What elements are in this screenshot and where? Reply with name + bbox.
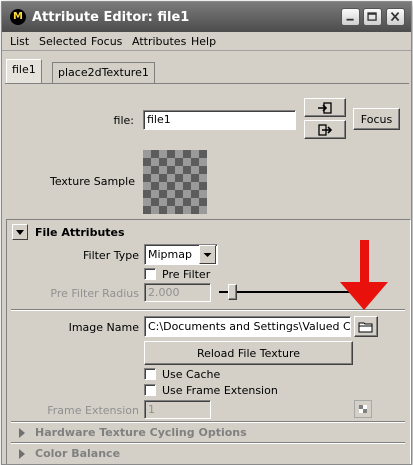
tab-place2dtexture1[interactable]: place2dTexture1 [52, 62, 155, 83]
image-name-label: Image Name [68, 321, 139, 334]
red-arrow-annotation [340, 240, 388, 310]
reload-file-texture-button[interactable]: Reload File Texture [144, 341, 353, 365]
input-connections-button[interactable] [304, 98, 346, 117]
file-attributes-header: File Attributes [35, 226, 125, 239]
close-icon [390, 11, 400, 22]
pre-filter-radius-field[interactable]: 2.000 [144, 283, 211, 302]
map-button[interactable] [354, 400, 372, 418]
browse-file-button[interactable] [354, 316, 378, 337]
texture-sample-label: Texture Sample [49, 175, 135, 188]
title-bar[interactable]: M Attribute Editor: file1 [2, 2, 411, 32]
node-name-field[interactable]: file1 [143, 110, 296, 130]
node-tabs: file1 place2dTexture1 [2, 59, 411, 84]
maximize-button[interactable] [363, 8, 382, 26]
filter-type-value: Mipmap [148, 248, 192, 261]
maximize-icon [367, 12, 377, 21]
pre-filter-radius-slider-handle[interactable] [228, 284, 237, 300]
use-frame-extension-label: Use Frame Extension [162, 384, 278, 397]
texture-sample-swatch [143, 150, 207, 214]
minimize-icon [346, 18, 354, 21]
use-cache-checkbox[interactable] [144, 368, 156, 380]
frame-extension-field[interactable]: 1 [144, 400, 211, 419]
filter-type-label: Filter Type [82, 249, 139, 262]
pre-filter-radius-label: Pre Filter Radius [50, 287, 139, 300]
menu-selected[interactable]: Selected [39, 35, 87, 48]
triangle-right-icon[interactable] [19, 428, 25, 438]
pre-filter-label: Pre Filter [162, 268, 211, 281]
output-connection-icon [318, 124, 333, 136]
triangle-right-icon-2[interactable] [19, 449, 25, 459]
triangle-down-icon [16, 230, 24, 235]
use-frame-extension-checkbox[interactable] [144, 384, 156, 396]
dropdown-arrow-button[interactable] [199, 245, 216, 264]
menu-focus[interactable]: Focus [91, 35, 122, 48]
section-divider-2 [11, 421, 405, 423]
menu-help[interactable]: Help [191, 35, 216, 48]
output-connections-button[interactable] [304, 120, 346, 139]
focus-button[interactable]: Focus [353, 108, 400, 130]
folder-icon [358, 322, 373, 333]
menu-attributes[interactable]: Attributes [132, 35, 186, 48]
maya-app-icon: M [10, 9, 26, 25]
menu-list[interactable]: List [10, 35, 29, 48]
pre-filter-checkbox[interactable] [144, 268, 156, 280]
chevron-down-icon [203, 253, 212, 257]
frame-extension-label: Frame Extension [47, 404, 139, 417]
section-divider-3 [11, 442, 405, 444]
use-cache-label: Use Cache [162, 368, 221, 381]
color-balance-header[interactable]: Color Balance [35, 447, 120, 460]
filter-type-dropdown[interactable]: Mipmap [144, 244, 218, 265]
minimize-button[interactable] [341, 8, 360, 26]
file-label: file: [113, 114, 134, 127]
attribute-editor-window: M Attribute Editor: file1 List Selected … [1, 1, 412, 465]
checker-map-icon [359, 405, 367, 413]
file-attributes-collapse-button[interactable] [12, 224, 28, 240]
hardware-texture-cycling-header[interactable]: Hardware Texture Cycling Options [35, 426, 247, 439]
tab-file1[interactable]: file1 [6, 59, 42, 84]
input-connection-icon [318, 102, 332, 114]
window-title: Attribute Editor: file1 [32, 10, 190, 25]
image-name-field[interactable]: C:\Documents and Settings\Valued Custor [144, 316, 351, 337]
tab-panel-border [5, 83, 409, 84]
menu-bar: List Selected Focus Attributes Help [2, 32, 411, 51]
close-button[interactable] [386, 8, 405, 26]
